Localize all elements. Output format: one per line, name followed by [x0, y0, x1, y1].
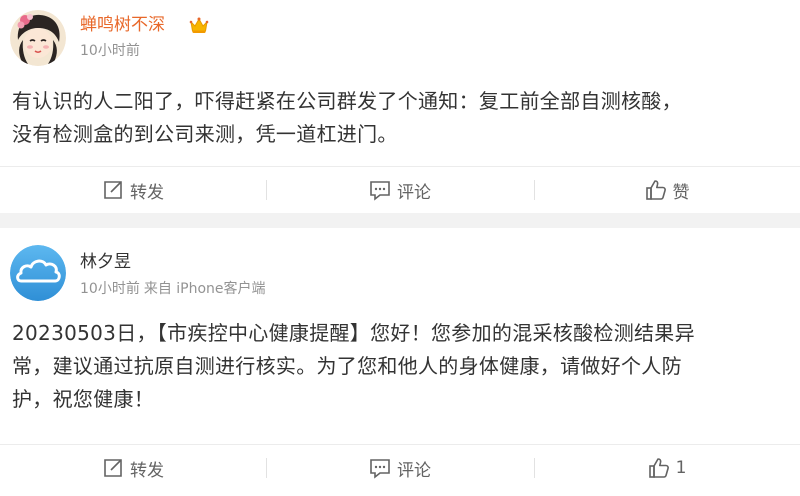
- comment-button[interactable]: 评论: [266, 445, 534, 491]
- vip-crown-icon: [189, 16, 209, 34]
- comment-icon: [370, 459, 390, 479]
- comment-label: 评论: [397, 460, 431, 481]
- user-avatar[interactable]: [10, 245, 66, 301]
- default-avatar-cloud: [10, 245, 66, 301]
- content-line: 常，建议通过抗原自测进行核实。为了您和他人的身体健康，请做好个人防: [12, 354, 682, 378]
- repost-label: 转发: [130, 182, 164, 203]
- like-count: 1: [675, 458, 687, 478]
- post-content: 有认识的人二阳了，吓得赶紧在公司群发了个通知：复工前全部自测核酸， 没有检测盒的…: [12, 85, 788, 151]
- action-bar: 转发 评论 1: [0, 445, 800, 491]
- like-icon: [645, 180, 666, 200]
- post-card: 林夕昱 10小时前 来自 iPhone客户端 20230503日，【市疾控中心健康…: [0, 228, 800, 496]
- post-meta: 10小时前 来自 iPhone客户端: [80, 280, 266, 298]
- content-line: 20230503日，【市疾控中心健康提醒】您好！您参加的混采核酸检测结果异: [12, 321, 695, 345]
- repost-button[interactable]: 转发: [0, 167, 266, 213]
- user-avatar[interactable]: [10, 10, 66, 66]
- post-card: 蝉鸣树不深 10小时前 有认识的人二阳了，吓得赶紧在公司群发了个通知：复工前全部…: [0, 0, 800, 213]
- like-button[interactable]: 赞: [534, 167, 800, 213]
- post-time: 10小时前: [80, 281, 140, 297]
- action-bar: 转发 评论 赞: [0, 167, 800, 213]
- content-line: 有认识的人二阳了，吓得赶紧在公司群发了个通知：复工前全部自测核酸，: [12, 89, 682, 113]
- avatar-illustration: [10, 10, 66, 66]
- post-content: 20230503日，【市疾控中心健康提醒】您好！您参加的混采核酸检测结果异 常，…: [12, 317, 788, 416]
- weibo-feed: 蝉鸣树不深 10小时前 有认识的人二阳了，吓得赶紧在公司群发了个通知：复工前全部…: [0, 0, 800, 496]
- like-icon: [648, 458, 669, 478]
- post-source: 来自 iPhone客户端: [143, 281, 266, 297]
- content-line: 没有检测盒的到公司来测，凭一道杠进门。: [12, 122, 398, 146]
- comment-label: 评论: [397, 182, 431, 203]
- username[interactable]: 蝉鸣树不深: [80, 14, 165, 36]
- post-meta: 10小时前: [80, 42, 140, 60]
- repost-icon: [104, 181, 122, 199]
- comment-button[interactable]: 评论: [266, 167, 534, 213]
- post-time: 10小时前: [80, 43, 140, 59]
- repost-label: 转发: [130, 460, 164, 481]
- repost-icon: [104, 459, 122, 477]
- comment-icon: [370, 181, 390, 201]
- like-label: 赞: [672, 182, 690, 203]
- username[interactable]: 林夕昱: [80, 251, 131, 273]
- content-line: 护，祝您健康！: [12, 387, 155, 411]
- repost-button[interactable]: 转发: [0, 445, 266, 491]
- like-button[interactable]: 1: [534, 445, 800, 491]
